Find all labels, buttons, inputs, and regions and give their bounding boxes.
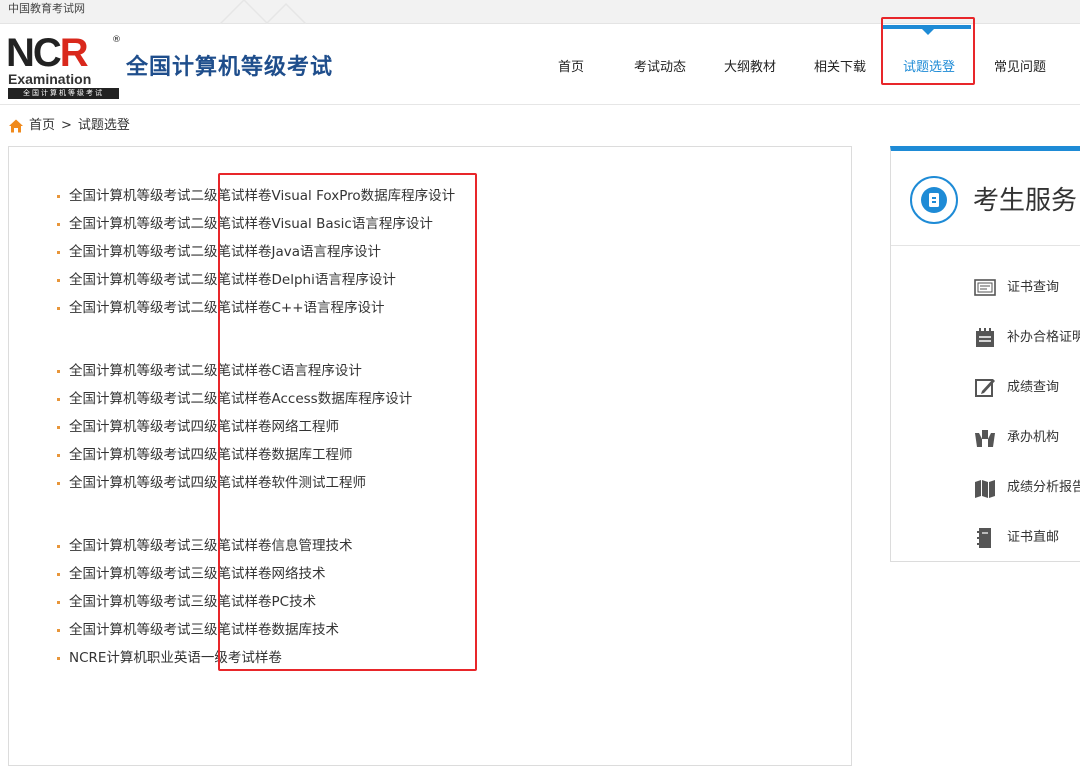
- services-badge-icon: [910, 176, 958, 224]
- certificate-query-icon: [974, 279, 996, 296]
- candidate-services-panel: 考生服务 证书查询 补办合格证明 成绩查询 承办机构 成绩分析报告 证书直邮: [890, 146, 1080, 562]
- nav-sample-papers[interactable]: 试题选登: [882, 25, 976, 105]
- service-label: 承办机构: [1007, 430, 1060, 445]
- decorative-triangles: [219, 0, 307, 24]
- service-label: 补办合格证明: [1007, 330, 1080, 345]
- nav-downloads[interactable]: 相关下载: [808, 25, 872, 105]
- bullet-icon: [57, 657, 60, 660]
- nav-syllabus[interactable]: 大纲教材: [718, 25, 782, 105]
- paper-title: 全国计算机等级考试三级笔试样卷信息管理技术: [69, 538, 353, 554]
- paper-title: 全国计算机等级考试三级笔试样卷PC技术: [69, 594, 317, 610]
- bullet-icon: [57, 573, 60, 576]
- main-nav: 首页 考试动态 大纲教材 相关下载 试题选登 常见问题: [0, 25, 1080, 105]
- breadcrumb-separator: >: [61, 118, 72, 133]
- paper-title: 全国计算机等级考试三级笔试样卷数据库技术: [69, 622, 339, 638]
- breadcrumb: 首页 > 试题选登: [8, 116, 130, 136]
- paper-title: 全国计算机等级考试二级笔试样卷Delphi语言程序设计: [69, 272, 396, 288]
- services-header: 考生服务: [891, 151, 1080, 246]
- bullet-icon: [57, 223, 60, 226]
- site-header: NCR ® Examination 全国计算机等级考试 全国计算机等级考试 首页…: [0, 25, 1080, 105]
- paper-title: 全国计算机等级考试三级笔试样卷网络技术: [69, 566, 326, 582]
- paper-title: 全国计算机等级考试四级笔试样卷数据库工程师: [69, 447, 353, 463]
- service-label: 证书查询: [1007, 280, 1060, 295]
- organization-icon: [975, 430, 995, 447]
- site-name[interactable]: 中国教育考试网: [8, 0, 85, 18]
- paper-title: 全国计算机等级考试二级笔试样卷Visual Basic语言程序设计: [69, 216, 433, 232]
- service-label: 成绩查询: [1007, 380, 1060, 395]
- bullet-icon: [57, 398, 60, 401]
- score-query-icon: [975, 379, 995, 397]
- bullet-icon: [57, 454, 60, 457]
- bullet-icon: [57, 195, 60, 198]
- reissue-certificate-icon: [976, 328, 994, 347]
- bullet-icon: [57, 545, 60, 548]
- paper-title: 全国计算机等级考试四级笔试样卷网络工程师: [69, 419, 339, 435]
- service-label: 证书直邮: [1007, 530, 1060, 545]
- bullet-icon: [57, 251, 60, 254]
- certificate-mail-icon: [977, 528, 991, 548]
- paper-title: 全国计算机等级考试二级笔试样卷C++语言程序设计: [69, 300, 385, 316]
- paper-title: 全国计算机等级考试二级笔试样卷Access数据库程序设计: [69, 391, 413, 407]
- home-icon: [9, 119, 23, 133]
- bullet-icon: [57, 601, 60, 604]
- paper-title: NCRE计算机职业英语一级考试样卷: [69, 650, 282, 666]
- nav-exam-news[interactable]: 考试动态: [628, 25, 692, 105]
- nav-faq[interactable]: 常见问题: [988, 25, 1052, 105]
- breadcrumb-current: 试题选登: [77, 118, 130, 133]
- service-label: 成绩分析报告: [1007, 480, 1080, 495]
- paper-title: 全国计算机等级考试二级笔试样卷Java语言程序设计: [69, 244, 382, 260]
- score-report-icon: [975, 480, 995, 498]
- paper-title: 全国计算机等级考试四级笔试样卷软件测试工程师: [69, 475, 366, 491]
- nav-home[interactable]: 首页: [548, 25, 594, 105]
- paper-title: 全国计算机等级考试二级笔试样卷C语言程序设计: [69, 363, 362, 379]
- bullet-icon: [57, 482, 60, 485]
- bullet-icon: [57, 279, 60, 282]
- services-title: 考生服务: [973, 186, 1078, 216]
- paper-title: 全国计算机等级考试二级笔试样卷Visual FoxPro数据库程序设计: [69, 188, 456, 204]
- top-strip: 中国教育考试网: [0, 0, 1080, 24]
- bullet-icon: [57, 370, 60, 373]
- bullet-icon: [57, 426, 60, 429]
- content-panel: 全国计算机等级考试二级笔试样卷Visual FoxPro数据库程序设计 全国计算…: [8, 146, 852, 766]
- breadcrumb-home[interactable]: 首页: [29, 116, 55, 136]
- bullet-icon: [57, 307, 60, 310]
- bullet-icon: [57, 629, 60, 632]
